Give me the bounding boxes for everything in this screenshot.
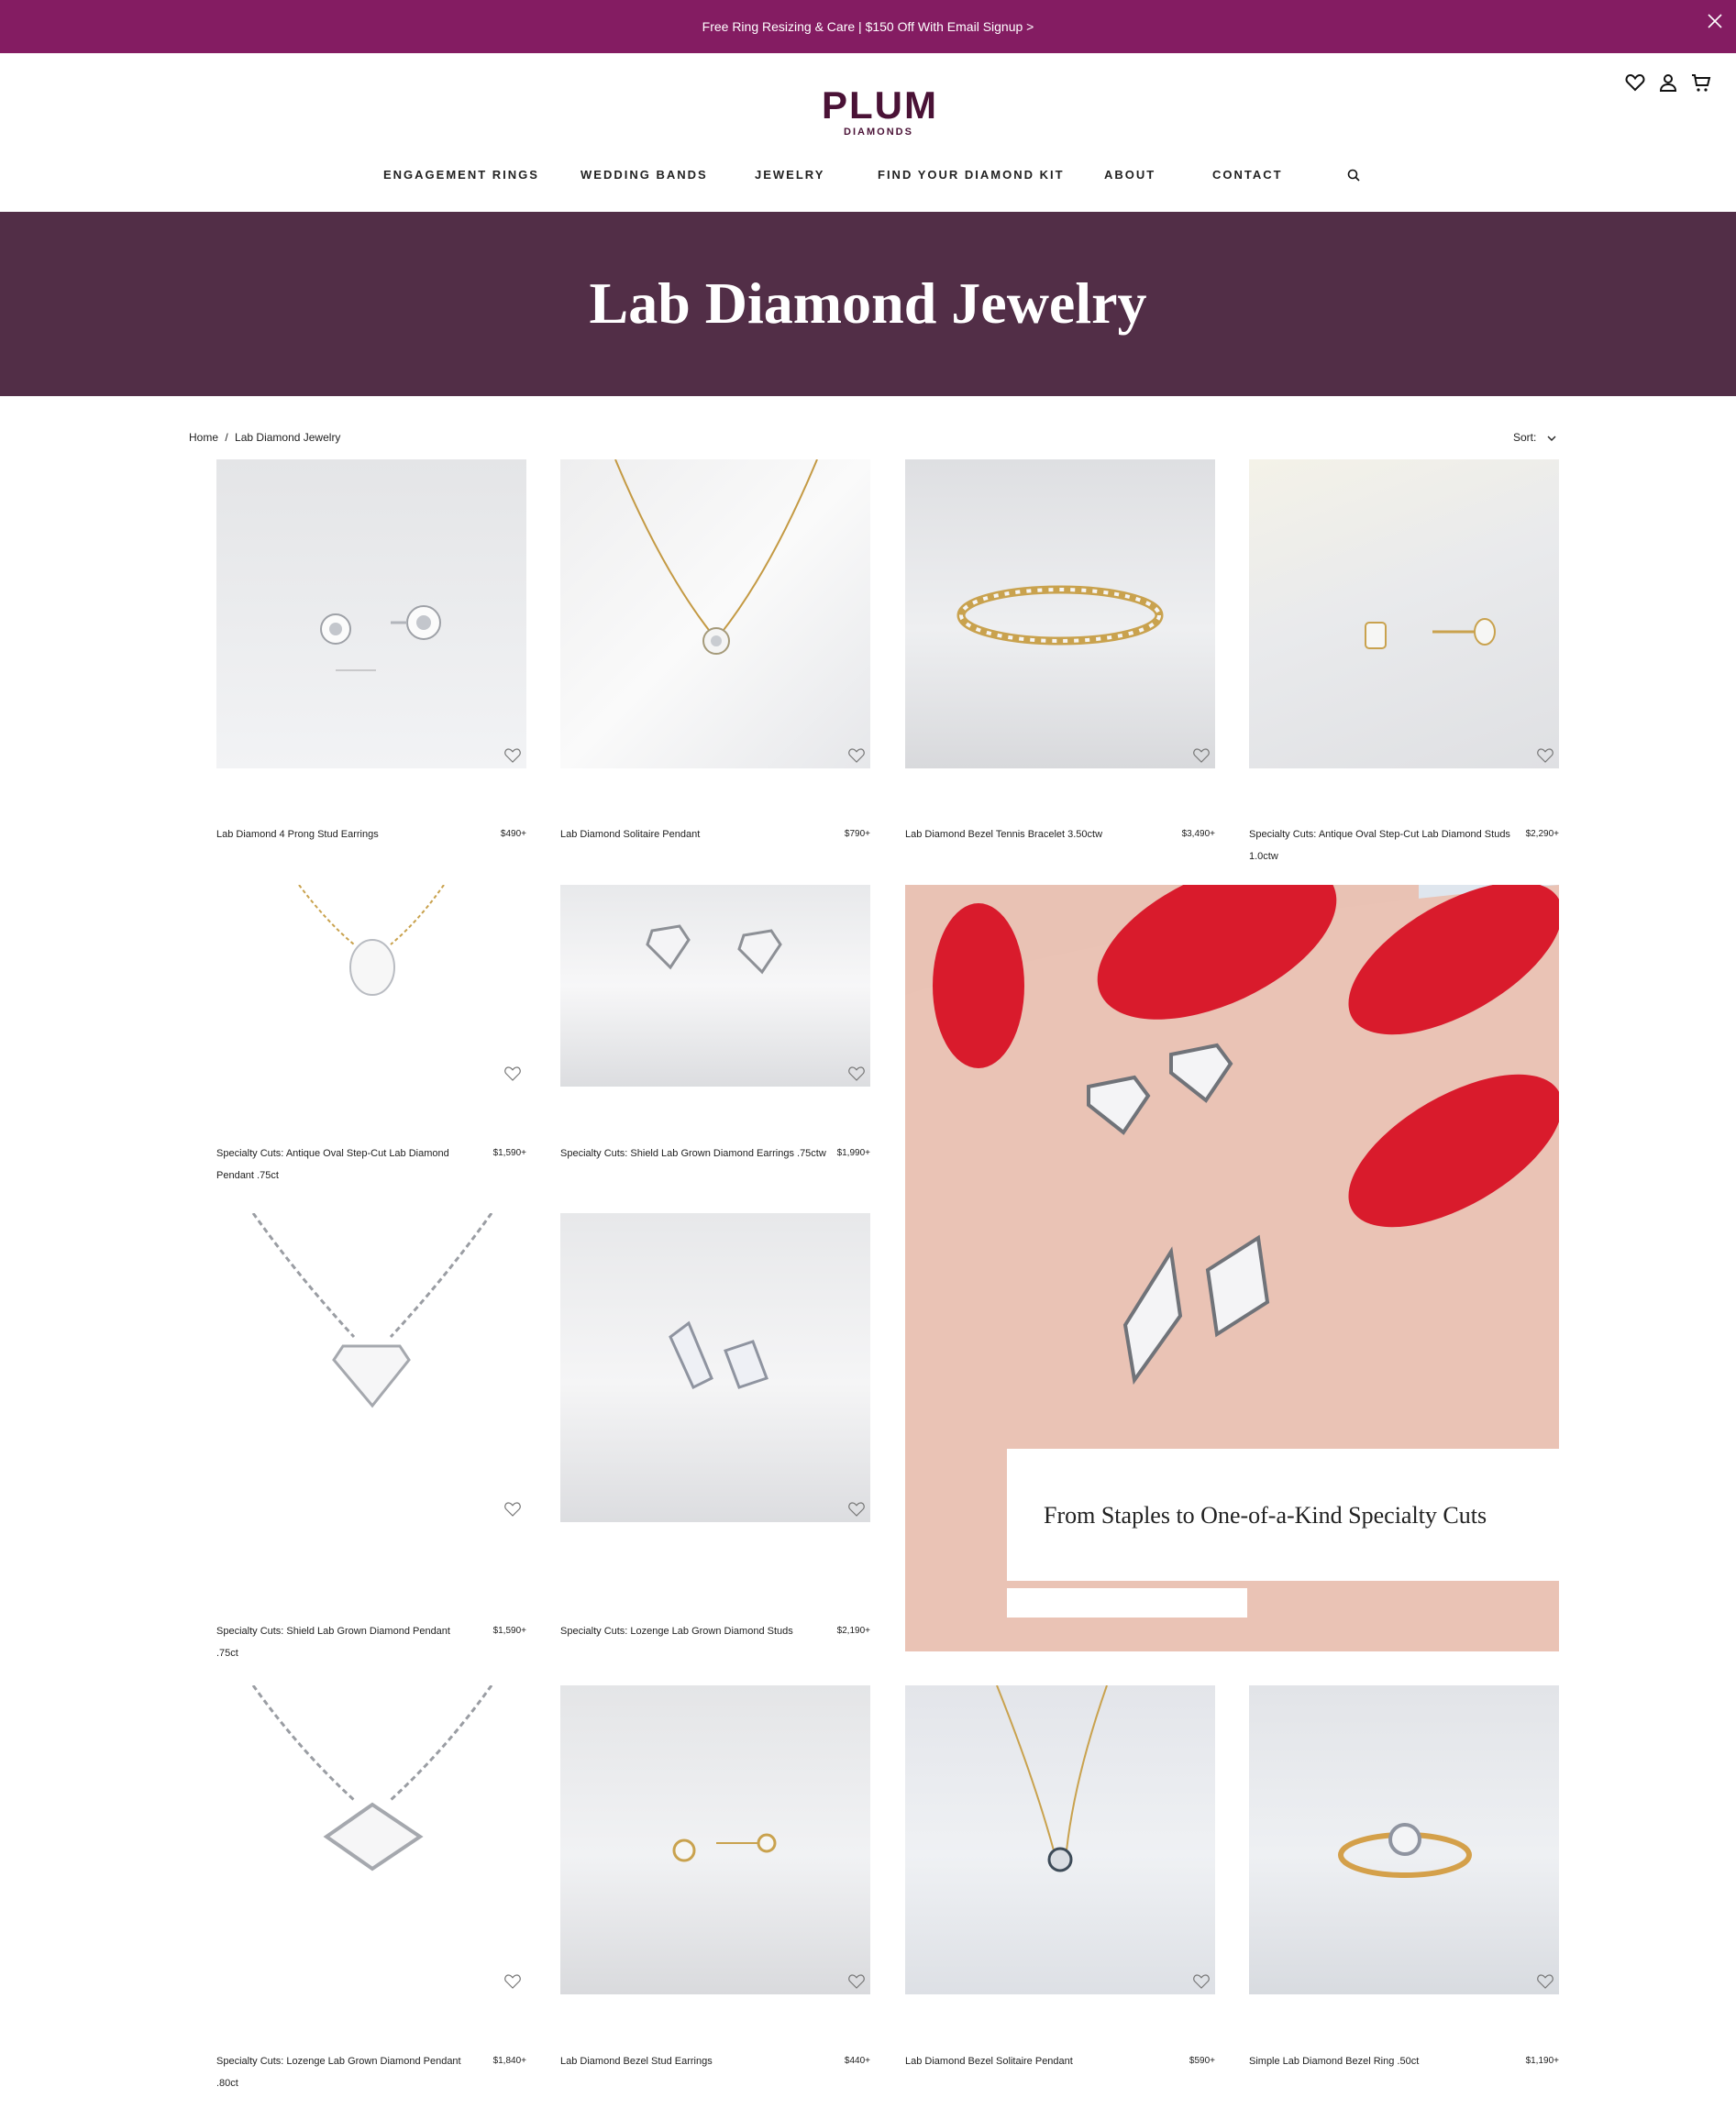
feature-banner[interactable]: From Staples to One-of-a-Kind Specialty … [905,885,1559,1651]
product-name[interactable]: Lab Diamond 4 Prong Stud Earrings [216,823,473,845]
product-image-solitaire-pendant[interactable] [560,459,870,768]
product-image-bezel-ring[interactable] [1249,1685,1559,1994]
product-image-lozenge-studs[interactable] [560,1213,870,1522]
chevron-down-icon [1547,436,1556,441]
shield-pendant-illustration [251,1213,493,1408]
product-name[interactable]: Lab Diamond Bezel Tennis Bracelet 3.50ct… [905,823,1162,845]
feature-caption-strip [1007,1588,1247,1618]
product-price: $1,990+ [836,1148,870,1158]
product-image-oval-pendant[interactable] [216,885,526,1087]
oval-pendant-illustration [298,885,445,996]
product-price: $590+ [1189,2056,1215,2066]
product-image-oval-studs[interactable] [1249,459,1559,768]
product-price: $1,590+ [492,1626,526,1636]
product-price: $2,190+ [836,1626,870,1636]
breadcrumb: Home / Lab Diamond Jewelry [189,431,344,444]
bezel-pendant-illustration [996,1685,1108,1872]
breadcrumb-separator: / [225,431,228,444]
nav-contact[interactable]: CONTACT [1212,168,1283,182]
breadcrumb-current: Lab Diamond Jewelry [235,431,341,444]
category-hero: Lab Diamond Jewelry [0,212,1736,396]
product-image-bezel-studs[interactable] [560,1685,870,1994]
wishlist-heart-icon[interactable] [504,1066,521,1081]
logo-subtitle: DIAMONDS [844,127,913,138]
nav-about[interactable]: ABOUT [1104,168,1155,182]
product-image-shield-pendant[interactable] [216,1213,526,1522]
feature-caption-box: From Staples to One-of-a-Kind Specialty … [1007,1449,1559,1581]
lozenge-studs-illustration [669,1320,768,1390]
lozenge-pendant-illustration [251,1685,493,1872]
product-name[interactable]: Specialty Cuts: Lozenge Lab Grown Diamon… [216,2050,473,2094]
wishlist-heart-icon[interactable] [504,1502,521,1517]
product-price: $1,190+ [1525,2056,1559,2066]
bezel-ring-illustration [1338,1823,1472,1878]
product-image-lozenge-pendant[interactable] [216,1685,526,1994]
wishlist-heart-icon[interactable] [504,748,521,763]
product-price: $440+ [844,2056,870,2066]
logo[interactable]: PLUM DIAMONDS [822,83,938,138]
product-price: $790+ [844,829,870,839]
nav-jewelry[interactable]: JEWELRY [755,168,824,182]
product-price: $1,840+ [492,2056,526,2066]
sort-label: Sort: [1513,431,1537,444]
main-nav: ENGAGEMENT RINGS WEDDING BANDS JEWELRY F… [0,168,1736,195]
wishlist-heart-icon[interactable] [1537,748,1554,763]
nav-engagement-rings[interactable]: ENGAGEMENT RINGS [383,168,539,182]
product-name[interactable]: Lab Diamond Solitaire Pendant [560,823,817,845]
wishlist-heart-icon[interactable] [1537,1974,1554,1989]
wishlist-heart-icon[interactable] [1193,1974,1210,1989]
oval-studs-illustration [1365,618,1496,649]
product-price: $1,590+ [492,1148,526,1158]
search-icon[interactable] [1346,168,1361,182]
feature-caption[interactable]: From Staples to One-of-a-Kind Specialty … [1044,1502,1487,1529]
wishlist-heart-icon[interactable] [848,748,865,763]
breadcrumb-home[interactable]: Home [189,431,218,444]
promo-text[interactable]: Free Ring Resizing & Care | $150 Off Wit… [702,19,1034,34]
wishlist-heart-icon[interactable] [848,1066,865,1081]
product-name[interactable]: Specialty Cuts: Lozenge Lab Grown Diamon… [560,1620,826,1642]
product-name[interactable]: Specialty Cuts: Antique Oval Step-Cut La… [216,1143,455,1187]
product-image-shield-earrings[interactable] [560,885,870,1087]
product-image-tennis-bracelet[interactable] [905,459,1215,768]
product-name[interactable]: Specialty Cuts: Shield Lab Grown Diamond… [216,1620,455,1664]
solitaire-pendant-illustration [614,459,818,655]
utility-icons [1624,72,1716,95]
nav-find-your-diamond-kit[interactable]: FIND YOUR DIAMOND KIT [878,168,1065,182]
product-price: $2,290+ [1525,829,1559,839]
site-header: PLUM DIAMONDS ENGAGEMENT RINGS WEDDING B… [0,53,1736,212]
wishlist-heart-icon[interactable] [848,1974,865,1989]
product-name[interactable]: Simple Lab Diamond Bezel Ring .50ct [1249,2050,1506,2072]
tennis-bracelet-illustration [956,585,1164,646]
stud-earrings-illustration [320,605,441,671]
product-name[interactable]: Lab Diamond Bezel Stud Earrings [560,2050,817,2072]
cart-icon[interactable] [1690,72,1712,94]
wishlist-heart-icon[interactable] [1193,748,1210,763]
shield-earrings-illustration [646,924,782,975]
product-image-bezel-solitaire-pendant[interactable] [905,1685,1215,1994]
bezel-studs-illustration [672,1833,777,1862]
close-icon[interactable] [1703,9,1727,33]
product-name[interactable]: Specialty Cuts: Shield Lab Grown Diamond… [560,1143,826,1165]
logo-wordmark: PLUM [822,83,938,127]
product-price: $3,490+ [1181,829,1215,839]
wishlist-heart-icon[interactable] [848,1502,865,1517]
sort-dropdown[interactable]: Sort: [1513,431,1556,444]
heart-icon[interactable] [1624,72,1646,94]
product-image-stud-earrings[interactable] [216,459,526,768]
account-icon[interactable] [1657,72,1679,94]
product-name[interactable]: Lab Diamond Bezel Solitaire Pendant [905,2050,1162,2072]
promo-banner[interactable]: Free Ring Resizing & Care | $150 Off Wit… [0,0,1736,53]
product-price: $490+ [500,829,526,839]
wishlist-heart-icon[interactable] [504,1974,521,1989]
nav-wedding-bands[interactable]: WEDDING BANDS [581,168,708,182]
page-title: Lab Diamond Jewelry [589,271,1147,336]
